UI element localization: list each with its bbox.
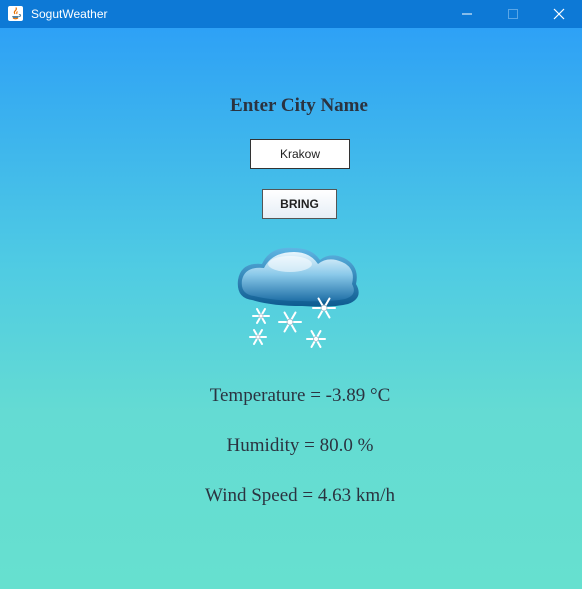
wind-speed-label: Wind Speed = 4.63 km/h — [205, 485, 395, 506]
minimize-icon — [462, 13, 472, 15]
snow-cloud-icon — [232, 240, 367, 355]
java-app-icon — [8, 6, 23, 21]
city-input[interactable] — [250, 139, 350, 169]
minimize-button[interactable] — [444, 0, 490, 28]
temperature-label: Temperature = -3.89 °C — [209, 385, 391, 406]
humidity-label: Humidity = 80.0 % — [226, 435, 374, 456]
close-icon — [553, 8, 565, 20]
bring-button[interactable]: BRING — [262, 189, 337, 219]
maximize-icon — [508, 9, 518, 19]
city-heading: Enter City Name — [230, 95, 368, 116]
window-title: SogutWeather — [31, 7, 108, 21]
maximize-button[interactable] — [490, 0, 536, 28]
app-window: SogutWeather Enter City Name BRING — [0, 0, 582, 589]
close-button[interactable] — [536, 0, 582, 28]
title-bar[interactable]: SogutWeather — [0, 0, 582, 28]
